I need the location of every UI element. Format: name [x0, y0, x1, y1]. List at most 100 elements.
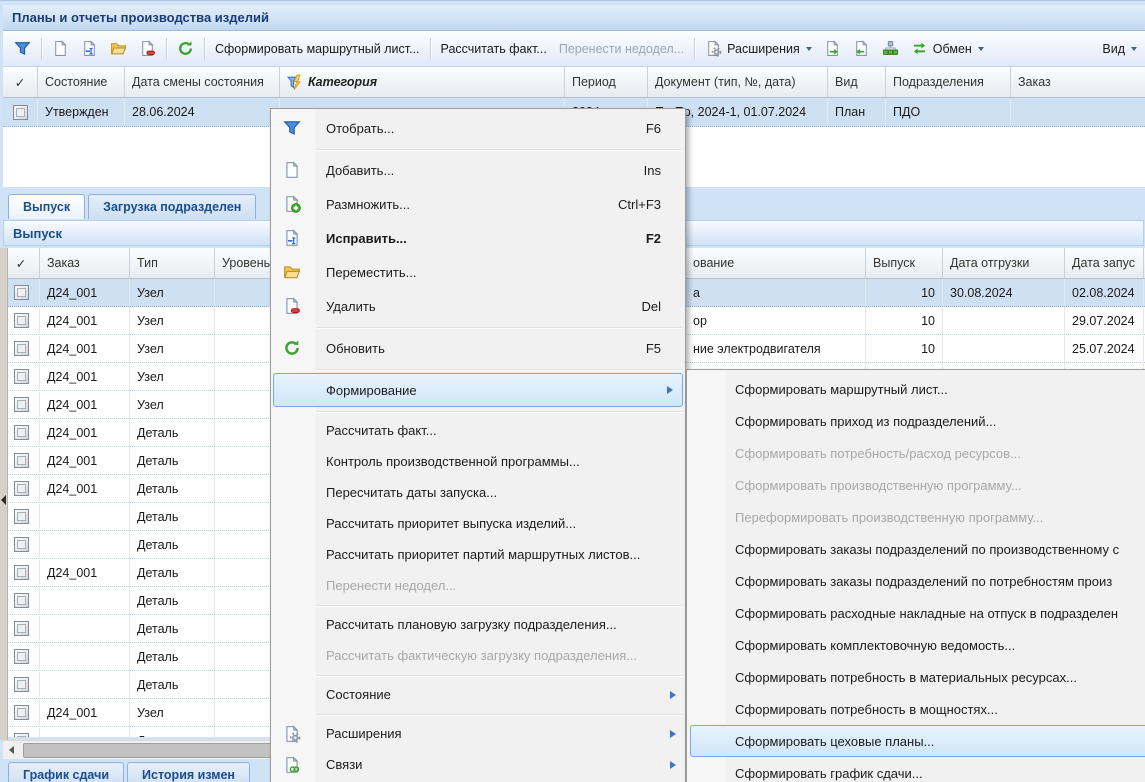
- column-header[interactable]: Заказ: [40, 248, 130, 278]
- org-chart-button[interactable]: [876, 37, 905, 61]
- add-button[interactable]: [46, 37, 75, 61]
- tab-Выпуск[interactable]: Выпуск: [8, 194, 85, 219]
- extensions-icon: [283, 725, 301, 743]
- column-header[interactable]: Документ (тип, №, дата): [648, 67, 828, 97]
- delete-button[interactable]: [133, 37, 162, 61]
- collapse-splitter[interactable]: [0, 248, 8, 740]
- move-button[interactable]: [104, 37, 133, 61]
- menu-item-state[interactable]: Состояние: [271, 679, 685, 710]
- menu-item-dept-orders-needs[interactable]: Сформировать заказы подразделений по пот…: [687, 565, 1145, 597]
- view-button[interactable]: Вид: [1096, 37, 1143, 61]
- menu-item-dept-orders-structure[interactable]: Сформировать заказы подразделений по про…: [687, 533, 1145, 565]
- page-import-icon: [853, 40, 870, 57]
- toolbar-separator: [430, 38, 431, 60]
- menu-item-recalc-launch-dates[interactable]: Пересчитать даты запуска...: [271, 477, 685, 508]
- row-checkbox[interactable]: [14, 397, 29, 412]
- menu-item-expense-invoices[interactable]: Сформировать расходные накладные на отпу…: [687, 597, 1145, 629]
- menu-item-plan-load[interactable]: Рассчитать плановую загрузку подразделен…: [271, 609, 685, 640]
- route-sheet-button-label: Сформировать маршрутный лист...: [215, 42, 420, 56]
- menu-item-links[interactable]: Связи: [271, 749, 685, 780]
- column-header[interactable]: Заказ: [1011, 67, 1145, 97]
- column-header[interactable]: Выпуск: [866, 248, 943, 278]
- row-checkbox[interactable]: [14, 481, 29, 496]
- menu-item-priority-batches[interactable]: Рассчитать приоритет партий маршрутных л…: [271, 539, 685, 570]
- menu-item-refresh[interactable]: ОбновитьF5: [271, 331, 685, 365]
- menu-item-delivery-schedule[interactable]: Сформировать график сдачи...: [687, 757, 1145, 782]
- column-header[interactable]: Вид: [828, 67, 886, 97]
- edit-doc-icon: [283, 229, 301, 247]
- menu-item-priority-products[interactable]: Рассчитать приоритет выпуска изделий...: [271, 508, 685, 539]
- column-header[interactable]: Дата отгрузки: [943, 248, 1065, 278]
- menu-item-control-program[interactable]: Контроль производственной программы...: [271, 446, 685, 477]
- menu-item-add[interactable]: Добавить...Ins: [271, 153, 685, 187]
- menu-item-delete[interactable]: УдалитьDel: [271, 289, 685, 323]
- cell-text: 10: [921, 314, 935, 328]
- column-header[interactable]: ✓: [3, 67, 38, 97]
- column-header[interactable]: Период: [565, 67, 648, 97]
- column-header[interactable]: Тип: [130, 248, 215, 278]
- menu-item-formation[interactable]: Формирование: [273, 373, 683, 407]
- row-checkbox[interactable]: [14, 565, 29, 580]
- row-checkbox[interactable]: [14, 733, 29, 737]
- row-checkbox[interactable]: [14, 537, 29, 552]
- menu-item-extensions[interactable]: Расширения: [271, 718, 685, 749]
- extensions-button[interactable]: Расширения: [699, 37, 818, 61]
- edit-button[interactable]: [75, 37, 104, 61]
- row-checkbox[interactable]: [14, 313, 29, 328]
- row-checkbox[interactable]: [14, 369, 29, 384]
- row-checkbox[interactable]: [14, 593, 29, 608]
- row-checkbox[interactable]: [14, 285, 29, 300]
- row-checkbox[interactable]: [14, 453, 29, 468]
- row-checkbox[interactable]: [14, 509, 29, 524]
- calc-fact-button[interactable]: Рассчитать факт...: [435, 37, 553, 61]
- row-checkbox[interactable]: [14, 621, 29, 636]
- menu-item-picking-list[interactable]: Сформировать комплектовочную ведомость..…: [687, 629, 1145, 661]
- filter-button[interactable]: [8, 37, 37, 61]
- menu-item-filter[interactable]: Отобрать...F6: [271, 111, 685, 145]
- column-header[interactable]: Дата смены состояния: [125, 67, 280, 97]
- column-header[interactable]: ование: [686, 248, 866, 278]
- collapse-arrow-icon[interactable]: [1, 495, 6, 505]
- menu-item-label: Рассчитать плановую загрузку подразделен…: [326, 617, 617, 632]
- filter-icon: [283, 119, 301, 137]
- column-header-label: Документ (тип, №, дата): [655, 75, 796, 89]
- column-header[interactable]: Дата запус: [1065, 248, 1144, 278]
- export-button[interactable]: [818, 37, 847, 61]
- menu-item-shop-plans[interactable]: Сформировать цеховые планы...: [690, 725, 1145, 757]
- bottom-tab-История измен[interactable]: История измен: [127, 762, 250, 782]
- table-cell: [943, 307, 1065, 334]
- row-checkbox[interactable]: [14, 649, 29, 664]
- menu-item-label: Сформировать расходные накладные на отпу…: [735, 606, 1118, 621]
- row-checkbox[interactable]: [14, 677, 29, 692]
- tab-label: График сдачи: [23, 768, 109, 782]
- toolbar: Сформировать маршрутный лист... Рассчитат…: [3, 31, 1145, 67]
- menu-item-material-needs[interactable]: Сформировать потребность в материальных …: [687, 661, 1145, 693]
- menu-item-duplicate[interactable]: Размножить...Ctrl+F3: [271, 187, 685, 221]
- column-header[interactable]: ✓: [3, 248, 40, 278]
- menu-item-edit[interactable]: Исправить...F2: [271, 221, 685, 255]
- scroll-left-button[interactable]: [3, 741, 20, 759]
- row-checkbox[interactable]: [14, 705, 29, 720]
- column-header-label: Подразделения: [893, 75, 984, 89]
- column-header[interactable]: Подразделения: [886, 67, 1011, 97]
- menu-item-capacity-needs[interactable]: Сформировать потребность в мощностях...: [687, 693, 1145, 725]
- row-checkbox[interactable]: [13, 105, 28, 120]
- checkbox-inner: [17, 400, 26, 409]
- route-sheet-button[interactable]: Сформировать маршрутный лист...: [209, 37, 426, 61]
- row-checkbox[interactable]: [14, 341, 29, 356]
- bottom-tab-График сдачи[interactable]: График сдачи: [8, 762, 124, 782]
- exchange-button[interactable]: Обмен: [905, 37, 990, 61]
- tab-Загрузка подразделен[interactable]: Загрузка подразделен: [88, 194, 256, 219]
- refresh-button[interactable]: [171, 37, 200, 61]
- menu-item-income-from-depts[interactable]: Сформировать приход из подразделений...: [687, 405, 1145, 437]
- extensions-button-label: Расширения: [727, 42, 800, 56]
- column-header[interactable]: Состояние: [38, 67, 125, 97]
- row-checkbox[interactable]: [14, 425, 29, 440]
- tab-label: Загрузка подразделен: [103, 200, 241, 214]
- menu-item-calc-fact[interactable]: Рассчитать факт...: [271, 415, 685, 446]
- menu-item-move[interactable]: Переместить...: [271, 255, 685, 289]
- cell-text: Д24_001: [47, 314, 97, 328]
- import-button[interactable]: [847, 37, 876, 61]
- menu-item-route-sheet[interactable]: Сформировать маршрутный лист...: [687, 373, 1145, 405]
- column-header[interactable]: Категория: [280, 67, 565, 97]
